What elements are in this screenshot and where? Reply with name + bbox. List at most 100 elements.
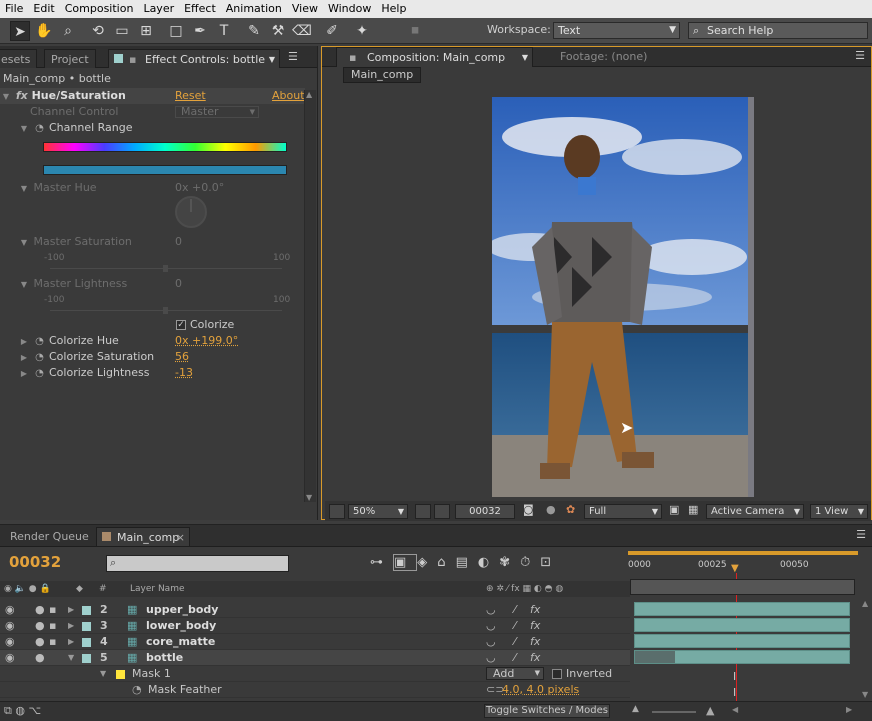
- tab-project[interactable]: Project: [44, 49, 96, 68]
- fx-icon[interactable]: fx: [530, 634, 540, 650]
- resolution-select[interactable]: Full ▼: [584, 504, 662, 519]
- quality-icon[interactable]: ⁄: [514, 602, 516, 618]
- chevron-down-icon[interactable]: ▼: [522, 48, 528, 67]
- time-ruler[interactable]: 0000 00025 00050: [628, 560, 858, 574]
- pan-behind-tool-icon[interactable]: ⊞: [136, 21, 156, 41]
- tab-render-queue[interactable]: Render Queue: [4, 527, 95, 546]
- layer-name[interactable]: core_matte: [146, 634, 215, 650]
- composition-frame[interactable]: [492, 97, 750, 497]
- tab-main-comp[interactable]: Main_comp ×: [96, 527, 190, 546]
- zoom-in-icon[interactable]: ▲: [706, 704, 714, 717]
- scroll-up-icon[interactable]: ▲: [862, 599, 868, 608]
- view-layout-select[interactable]: 1 View ▼: [810, 504, 868, 519]
- expand-triangle-icon[interactable]: ▼: [100, 666, 106, 682]
- clone-stamp-tool-icon[interactable]: ⚒: [268, 21, 288, 41]
- effect-controls-scrollbar[interactable]: ▲ ▼: [304, 90, 316, 502]
- layer-label-color[interactable]: [82, 638, 91, 647]
- draft-3d-icon[interactable]: ◈: [417, 555, 437, 570]
- puppet-pin-tool-icon[interactable]: ✦: [352, 21, 372, 41]
- lock-icon[interactable]: ▪: [49, 634, 56, 650]
- layer-duration-bar[interactable]: [634, 618, 850, 632]
- table-row[interactable]: ◉ ● ▪ ▶ 4 ▦ core_matte ◡ ⁄ fx: [0, 634, 630, 650]
- scroll-down-icon[interactable]: ▼: [862, 690, 868, 699]
- rectangle-tool-icon[interactable]: □: [166, 21, 186, 41]
- channel-icon[interactable]: ✿: [566, 503, 575, 516]
- about-link[interactable]: About: [272, 88, 305, 104]
- expand-triangle-icon[interactable]: ▶: [68, 634, 74, 650]
- expand-triangle-icon[interactable]: ▶: [68, 602, 74, 618]
- keyframe-icon[interactable]: I: [733, 686, 736, 699]
- motion-blur-icon[interactable]: ◐: [478, 555, 499, 570]
- layer-label-color[interactable]: [82, 622, 91, 631]
- layer-duration-bar[interactable]: [634, 634, 850, 648]
- mask-feather-row[interactable]: ◔ Mask Feather ⊂⊃ 4.0, 4.0 pixels: [0, 682, 630, 698]
- close-icon[interactable]: ×: [176, 528, 185, 547]
- solo-icon[interactable]: ●: [35, 634, 45, 650]
- selection-tool-icon[interactable]: ➤: [10, 21, 30, 41]
- eraser-tool-icon[interactable]: ⌫: [292, 21, 312, 41]
- menu-file[interactable]: File: [0, 0, 28, 18]
- stopwatch-icon[interactable]: ◔: [34, 366, 46, 382]
- stopwatch-icon[interactable]: ◔: [34, 334, 46, 350]
- tab-effect-controls[interactable]: ▪ Effect Controls: bottle ▼: [108, 49, 280, 68]
- shy-icon[interactable]: ◡: [486, 634, 496, 650]
- hide-shy-layers-icon[interactable]: ⌂: [437, 555, 455, 570]
- comp-mini-flowchart-icon[interactable]: ⊶: [370, 555, 393, 570]
- keyframe-icon[interactable]: I: [733, 670, 736, 683]
- zoom-tool-icon[interactable]: ⌕: [58, 21, 78, 41]
- rotate-tool-icon[interactable]: ⟲: [88, 21, 108, 41]
- show-snapshot-icon[interactable]: ●: [546, 503, 556, 516]
- shy-icon[interactable]: ◡: [486, 618, 496, 634]
- magnification-select[interactable]: 50% ▼: [348, 504, 408, 519]
- shy-icon[interactable]: ◡: [486, 650, 496, 666]
- expand-triangle-icon[interactable]: ▶: [18, 350, 30, 366]
- layer-name[interactable]: lower_body: [146, 618, 216, 634]
- time-navigator[interactable]: [630, 579, 855, 595]
- quality-icon[interactable]: ⁄: [514, 650, 516, 666]
- layer-name[interactable]: upper_body: [146, 602, 218, 618]
- expand-triangle-icon[interactable]: ▼: [68, 650, 74, 666]
- layer-name[interactable]: bottle: [146, 650, 183, 666]
- fx-icon[interactable]: fx: [530, 650, 540, 666]
- fx-icon[interactable]: fx: [530, 602, 540, 618]
- camera-select[interactable]: Active Camera ▼: [706, 504, 804, 519]
- table-row[interactable]: ◉ ● ▼ 5 ▦ bottle ◡ ⁄ fx: [0, 650, 630, 666]
- frame-blending-icon[interactable]: ▤: [456, 555, 478, 570]
- stopwatch-icon[interactable]: ◔: [132, 682, 142, 698]
- scroll-down-icon[interactable]: ▼: [306, 493, 312, 502]
- mask-row[interactable]: ▼ Mask 1 Add ▼ Inverted: [0, 666, 630, 682]
- menu-view[interactable]: View: [287, 0, 323, 18]
- menu-edit[interactable]: Edit: [28, 0, 59, 18]
- auto-keyframe-icon[interactable]: ⏱: [520, 555, 540, 570]
- timeline-switches[interactable]: ⊶▣◈⌂▤◐✾⏱⊡: [370, 554, 561, 571]
- quality-icon[interactable]: ⁄: [514, 634, 516, 650]
- comp-switches-icon[interactable]: ⧉ ◍ ⌥: [4, 704, 41, 718]
- stopwatch-icon[interactable]: ◔: [34, 350, 46, 366]
- scroll-right-icon[interactable]: ▶: [846, 705, 852, 714]
- table-row[interactable]: ◉ ● ▪ ▶ 3 ▦ lower_body ◡ ⁄ fx: [0, 618, 630, 634]
- tab-footage[interactable]: Footage: (none): [554, 47, 653, 67]
- panel-menu-icon[interactable]: ☰: [288, 50, 298, 63]
- menu-window[interactable]: Window: [323, 0, 376, 18]
- table-row[interactable]: ◉ ● ▪ ▶ 2 ▦ upper_body ◡ ⁄ fx: [0, 602, 630, 618]
- mask-feather-value[interactable]: 4.0, 4.0 pixels: [502, 682, 579, 698]
- search-help-input[interactable]: ⌕ Search Help: [688, 22, 868, 39]
- menu-composition[interactable]: Composition: [60, 0, 139, 18]
- grid-icon[interactable]: [415, 504, 431, 519]
- mask-inverted-checkbox[interactable]: [552, 669, 562, 679]
- expand-triangle-icon[interactable]: ▼: [18, 121, 30, 137]
- menu-layer[interactable]: Layer: [138, 0, 179, 18]
- menu-animation[interactable]: Animation: [221, 0, 287, 18]
- scroll-up-icon[interactable]: ▲: [306, 90, 312, 99]
- expand-triangle-icon[interactable]: ▶: [18, 334, 30, 350]
- visibility-eye-icon[interactable]: ◉: [5, 634, 15, 650]
- brush-tool-icon[interactable]: ✎: [244, 21, 264, 41]
- timeline-zoom-slider[interactable]: [652, 711, 696, 713]
- toggle-switches-modes-button[interactable]: Toggle Switches / Modes: [484, 704, 610, 718]
- zoom-out-icon[interactable]: ▲: [632, 704, 639, 714]
- solo-icon[interactable]: ●: [35, 602, 45, 618]
- visibility-eye-icon[interactable]: ◉: [5, 650, 15, 666]
- snapshot-icon[interactable]: ◙: [523, 503, 534, 516]
- layer-label-color[interactable]: [82, 654, 91, 663]
- fx-icon[interactable]: fx: [16, 89, 28, 102]
